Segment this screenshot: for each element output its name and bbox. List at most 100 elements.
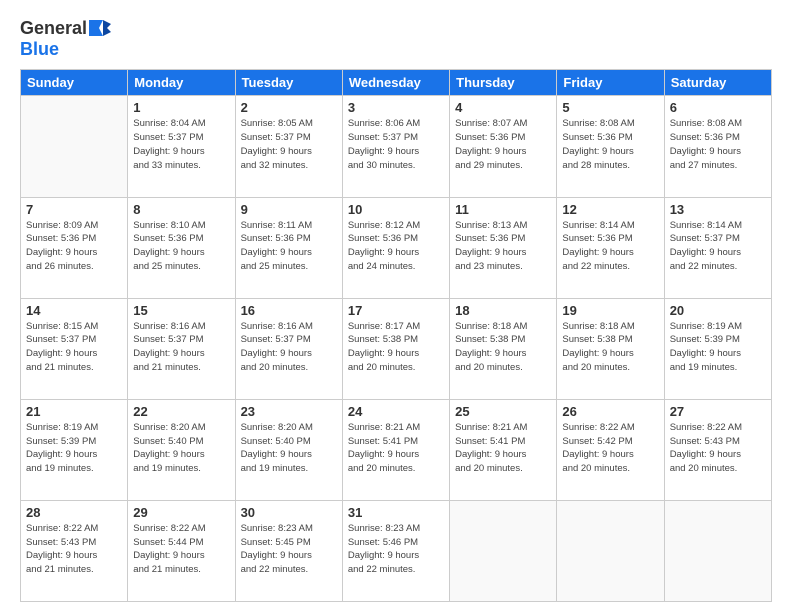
calendar-cell: 24Sunrise: 8:21 AMSunset: 5:41 PMDayligh… [342,399,449,500]
day-number: 22 [133,404,229,419]
day-number: 7 [26,202,122,217]
calendar-page: General Blue SundayMondayTuesdayWednesda… [0,0,792,612]
calendar-cell: 14 Sunrise: 8:15 AMSunset: 5:37 PMDayligh… [21,298,128,399]
day-number: 11 [455,202,551,217]
calendar-cell: 17 Sunrise: 8:17 AMSunset: 5:38 PMDayligh… [342,298,449,399]
day-info: Sunrise: 8:07 AMSunset: 5:36 PMDaylight:… [455,117,551,172]
calendar-cell: 19 Sunrise: 8:18 AMSunset: 5:38 PMDayligh… [557,298,664,399]
day-number: 19 [562,303,658,318]
day-info: Sunrise: 8:06 AMSunset: 5:37 PMDaylight:… [348,117,444,172]
day-number: 27 [670,404,766,419]
calendar-week-4: 21 Sunrise: 8:19 AMSunset: 5:39 PMDayligh… [21,399,772,500]
day-number: 12 [562,202,658,217]
day-info: Sunrise: 8:16 AMSunset: 5:37 PMDaylight:… [133,320,229,375]
day-info: Sunrise: 8:21 AMSunset: 5:41 PMDaylight:… [348,421,444,476]
calendar-cell: 9Sunrise: 8:11 AMSunset: 5:36 PMDaylight… [235,197,342,298]
calendar-table: SundayMondayTuesdayWednesdayThursdayFrid… [20,69,772,602]
logo-blue: Blue [20,39,111,60]
weekday-header-sunday: Sunday [21,70,128,96]
day-number: 26 [562,404,658,419]
calendar-cell: 3 Sunrise: 8:06 AMSunset: 5:37 PMDaylight… [342,96,449,197]
calendar-cell: 10 Sunrise: 8:12 AMSunset: 5:36 PMDayligh… [342,197,449,298]
day-number: 21 [26,404,122,419]
day-info: Sunrise: 8:20 AMSunset: 5:40 PMDaylight:… [241,421,337,476]
calendar-cell: 29 Sunrise: 8:22 AMSunset: 5:44 PMDayligh… [128,500,235,601]
calendar-cell: 16 Sunrise: 8:16 AMSunset: 5:37 PMDayligh… [235,298,342,399]
calendar-cell: 7 Sunrise: 8:09 AMSunset: 5:36 PMDaylight… [21,197,128,298]
calendar-cell: 28 Sunrise: 8:22 AMSunset: 5:43 PMDayligh… [21,500,128,601]
calendar-cell [21,96,128,197]
day-number: 13 [670,202,766,217]
weekday-header: SundayMondayTuesdayWednesdayThursdayFrid… [21,70,772,96]
day-info: Sunrise: 8:15 AMSunset: 5:37 PMDaylight:… [26,320,122,375]
calendar-week-2: 7 Sunrise: 8:09 AMSunset: 5:36 PMDaylight… [21,197,772,298]
day-number: 18 [455,303,551,318]
day-number: 16 [241,303,337,318]
day-info: Sunrise: 8:09 AMSunset: 5:36 PMDaylight:… [26,219,122,274]
day-info: Sunrise: 8:12 AMSunset: 5:36 PMDaylight:… [348,219,444,274]
day-info: Sunrise: 8:18 AMSunset: 5:38 PMDaylight:… [455,320,551,375]
calendar-week-5: 28 Sunrise: 8:22 AMSunset: 5:43 PMDayligh… [21,500,772,601]
calendar-cell: 18 Sunrise: 8:18 AMSunset: 5:38 PMDayligh… [450,298,557,399]
day-info: Sunrise: 8:22 AMSunset: 5:43 PMDaylight:… [26,522,122,577]
day-info: Sunrise: 8:22 AMSunset: 5:44 PMDaylight:… [133,522,229,577]
day-info: Sunrise: 8:08 AMSunset: 5:36 PMDaylight:… [670,117,766,172]
weekday-header-monday: Monday [128,70,235,96]
calendar-cell: 31 Sunrise: 8:23 AMSunset: 5:46 PMDayligh… [342,500,449,601]
day-info: Sunrise: 8:19 AMSunset: 5:39 PMDaylight:… [670,320,766,375]
day-number: 25 [455,404,551,419]
day-number: 28 [26,505,122,520]
day-number: 31 [348,505,444,520]
calendar-cell: 6Sunrise: 8:08 AMSunset: 5:36 PMDaylight… [664,96,771,197]
weekday-header-wednesday: Wednesday [342,70,449,96]
calendar-cell: 4 Sunrise: 8:07 AMSunset: 5:36 PMDaylight… [450,96,557,197]
day-info: Sunrise: 8:17 AMSunset: 5:38 PMDaylight:… [348,320,444,375]
logo: General Blue [20,18,111,59]
calendar-cell: 12 Sunrise: 8:14 AMSunset: 5:36 PMDayligh… [557,197,664,298]
weekday-header-saturday: Saturday [664,70,771,96]
day-info: Sunrise: 8:14 AMSunset: 5:37 PMDaylight:… [670,219,766,274]
weekday-header-friday: Friday [557,70,664,96]
day-number: 8 [133,202,229,217]
day-info: Sunrise: 8:10 AMSunset: 5:36 PMDaylight:… [133,219,229,274]
calendar-cell [664,500,771,601]
day-number: 4 [455,100,551,115]
day-info: Sunrise: 8:14 AMSunset: 5:36 PMDaylight:… [562,219,658,274]
day-number: 2 [241,100,337,115]
day-info: Sunrise: 8:22 AMSunset: 5:43 PMDaylight:… [670,421,766,476]
calendar-week-3: 14 Sunrise: 8:15 AMSunset: 5:37 PMDayligh… [21,298,772,399]
day-number: 5 [562,100,658,115]
day-info: Sunrise: 8:16 AMSunset: 5:37 PMDaylight:… [241,320,337,375]
day-info: Sunrise: 8:18 AMSunset: 5:38 PMDaylight:… [562,320,658,375]
day-number: 30 [241,505,337,520]
day-number: 10 [348,202,444,217]
day-number: 23 [241,404,337,419]
day-number: 15 [133,303,229,318]
day-info: Sunrise: 8:23 AMSunset: 5:45 PMDaylight:… [241,522,337,577]
calendar-cell: 20 Sunrise: 8:19 AMSunset: 5:39 PMDayligh… [664,298,771,399]
calendar-cell: 26Sunrise: 8:22 AMSunset: 5:42 PMDayligh… [557,399,664,500]
logo-general: General [20,18,87,39]
day-number: 9 [241,202,337,217]
day-info: Sunrise: 8:08 AMSunset: 5:36 PMDaylight:… [562,117,658,172]
day-number: 3 [348,100,444,115]
day-number: 17 [348,303,444,318]
calendar-cell: 22Sunrise: 8:20 AMSunset: 5:40 PMDayligh… [128,399,235,500]
weekday-header-thursday: Thursday [450,70,557,96]
calendar-week-1: 1Sunrise: 8:04 AMSunset: 5:37 PMDaylight… [21,96,772,197]
calendar-cell: 2Sunrise: 8:05 AMSunset: 5:37 PMDaylight… [235,96,342,197]
day-info: Sunrise: 8:19 AMSunset: 5:39 PMDaylight:… [26,421,122,476]
day-info: Sunrise: 8:21 AMSunset: 5:41 PMDaylight:… [455,421,551,476]
calendar-cell [450,500,557,601]
day-number: 29 [133,505,229,520]
calendar-cell: 8 Sunrise: 8:10 AMSunset: 5:36 PMDaylight… [128,197,235,298]
day-number: 14 [26,303,122,318]
day-number: 1 [133,100,229,115]
calendar-cell: 21 Sunrise: 8:19 AMSunset: 5:39 PMDayligh… [21,399,128,500]
logo-flag-icon [89,20,111,36]
day-number: 20 [670,303,766,318]
calendar-body: 1Sunrise: 8:04 AMSunset: 5:37 PMDaylight… [21,96,772,602]
calendar-cell: 1Sunrise: 8:04 AMSunset: 5:37 PMDaylight… [128,96,235,197]
weekday-header-tuesday: Tuesday [235,70,342,96]
day-info: Sunrise: 8:23 AMSunset: 5:46 PMDaylight:… [348,522,444,577]
